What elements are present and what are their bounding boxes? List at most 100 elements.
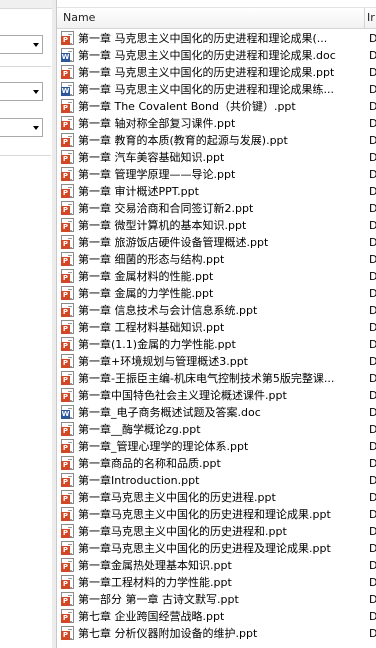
powerpoint-file-icon: P <box>61 150 74 164</box>
file-row[interactable]: P 第一章 工程材料基础知识.ppt D <box>57 319 376 336</box>
file-second-column: D <box>369 338 376 351</box>
dropdown-2[interactable] <box>0 82 43 101</box>
file-row[interactable]: P 第一章 信息技术与会计信息系统.ppt D <box>57 302 376 319</box>
powerpoint-file-icon: P <box>61 558 74 572</box>
dropdown-1[interactable] <box>0 35 43 54</box>
file-name: 第一章 金属的力学性能.ppt <box>78 287 214 300</box>
powerpoint-file-icon: P <box>61 388 74 402</box>
file-row[interactable]: P 第一部分 第一章 古诗文默写.ppt D <box>57 591 376 608</box>
file-row[interactable]: P 第七章 企业跨国经营战略.ppt D <box>57 608 376 625</box>
file-row[interactable]: P 第一章 微型计算机的基本知识.ppt D <box>57 217 376 234</box>
file-name: 第一章 管理学原理——导论.ppt <box>78 168 236 181</box>
file-row[interactable]: P 第一章 汽车美容基础知识.ppt D <box>57 149 376 166</box>
file-second-column: D <box>369 474 376 487</box>
file-row[interactable]: P 第一章 The Covalent Bond（共价键）.ppt D <box>57 98 376 115</box>
file-row[interactable]: P 第一章 轴对称全部复习课件.ppt D <box>57 115 376 132</box>
file-second-column: D <box>369 117 376 130</box>
file-second-column: D <box>369 576 376 589</box>
powerpoint-file-icon: P <box>61 235 74 249</box>
file-name: 第一章工程材料的力学性能.ppt <box>78 576 232 589</box>
file-row[interactable]: P 第七章 分析仪器附加设备的维护.ppt D <box>57 625 376 642</box>
column-header-second[interactable]: Ir <box>365 8 376 28</box>
powerpoint-file-icon: P <box>61 592 74 606</box>
powerpoint-file-icon: P <box>61 626 74 640</box>
powerpoint-file-icon: P <box>61 337 74 351</box>
file-name: 第一章 轴对称全部复习课件.ppt <box>78 117 236 130</box>
file-second-column: D <box>369 372 376 385</box>
word-document-icon: W <box>61 405 74 419</box>
file-second-column: D <box>369 185 376 198</box>
file-name: 第一章(1.1)金属的力学性能.ppt <box>78 338 236 351</box>
file-second-column: D <box>369 219 376 232</box>
file-name: 第一章 马克思主义中国化的历史进程和理论成果.doc <box>78 49 336 62</box>
powerpoint-file-icon: P <box>61 252 74 266</box>
file-second-column: D <box>369 423 376 436</box>
powerpoint-file-icon: P <box>61 184 74 198</box>
file-row[interactable]: P 第一章 管理学原理——导论.ppt D <box>57 166 376 183</box>
powerpoint-file-icon: P <box>61 286 74 300</box>
file-second-column: D <box>369 49 376 62</box>
file-name: 第一章 The Covalent Bond（共价键）.ppt <box>78 100 296 113</box>
file-row[interactable]: P 第一章 细菌的形态与结构.ppt D <box>57 251 376 268</box>
file-row[interactable]: P 第一章工程材料的力学性能.ppt D <box>57 574 376 591</box>
file-row[interactable]: P 第一章+环境规划与管理概述3.ppt D <box>57 353 376 370</box>
left-panel-top-strip <box>0 0 52 9</box>
column-header-name[interactable]: Name <box>57 8 365 28</box>
file-second-column: D <box>369 542 376 555</box>
file-row[interactable]: P 第一章商品的名称和品质.ppt D <box>57 455 376 472</box>
powerpoint-file-icon: P <box>61 456 74 470</box>
file-row[interactable]: P 第一章 审计概述PPT.ppt D <box>57 183 376 200</box>
file-row[interactable]: P 第一章马克思主义中国化的历史进程.ppt D <box>57 489 376 506</box>
file-name: 第一章_管理心理学的理论体系.ppt <box>78 440 249 453</box>
file-row[interactable]: P 第一章 马克思主义中国化的历史进程和理论成果.ppt D <box>57 64 376 81</box>
file-row[interactable]: P 第一章马克思主义中国化的历史进程和理论成果.ppt D <box>57 506 376 523</box>
file-second-column: D <box>369 389 376 402</box>
file-row[interactable]: P 第一章马克思主义中国化的历史进程和.ppt D <box>57 523 376 540</box>
file-row[interactable]: P 第一章 金属的力学性能.ppt D <box>57 285 376 302</box>
file-second-column: D <box>369 304 376 317</box>
file-row[interactable]: P 第一章(1.1)金属的力学性能.ppt D <box>57 336 376 353</box>
powerpoint-file-icon: P <box>61 541 74 555</box>
file-row[interactable]: P 第一章 金属材料的性能.ppt D <box>57 268 376 285</box>
file-second-column: D <box>369 287 376 300</box>
file-second-column: D <box>369 236 376 249</box>
file-row[interactable]: W 第一章_电子商务概述试题及答案.doc D <box>57 404 376 421</box>
file-name: 第一章马克思主义中国化的历史进程.ppt <box>78 491 276 504</box>
file-name: 第一章 旅游饭店硬件设备管理概述.ppt <box>78 236 269 249</box>
dropdown-3[interactable] <box>0 118 43 137</box>
file-row[interactable]: P 第一章-王振臣主编-机床电气控制技术第5版完整课... D <box>57 370 376 387</box>
file-name: 第七章 分析仪器附加设备的维护.ppt <box>78 627 258 640</box>
left-panel <box>0 0 53 648</box>
file-row[interactable]: P 第一章Introduction.ppt D <box>57 472 376 489</box>
file-second-column: D <box>369 134 376 147</box>
file-name: 第一章 交易洽商和合同签订新2.ppt <box>78 202 254 215</box>
file-row[interactable]: P 第一章 教育的本质(教育的起源与发展).ppt D <box>57 132 376 149</box>
powerpoint-file-icon: P <box>61 473 74 487</box>
file-row[interactable]: P 第一章__酶学概论zg.ppt D <box>57 421 376 438</box>
file-row[interactable]: P 第一章马克思主义中国化的历史进程及理论成果.ppt D <box>57 540 376 557</box>
file-row[interactable]: P 第一章 旅游饭店硬件设备管理概述.ppt D <box>57 234 376 251</box>
file-row[interactable]: W 第一章 马克思主义中国化的历史进程和理论成果.doc D <box>57 47 376 64</box>
file-name: 第一章中国特色社会主义理论概述课件.ppt <box>78 389 287 402</box>
file-name: 第一部分 第一章 古诗文默写.ppt <box>78 593 239 606</box>
file-row[interactable]: W 第一章 马克思主义中国化的历史进程和理论成果练... D <box>57 81 376 98</box>
file-second-column: D <box>369 525 376 538</box>
file-row[interactable]: P 第一章 马克思主义中国化的历史进程和理论成果(... D <box>57 30 376 47</box>
file-second-column: D <box>369 355 376 368</box>
file-name: 第一章马克思主义中国化的历史进程及理论成果.ppt <box>78 542 331 555</box>
file-row[interactable]: P 第一章_管理心理学的理论体系.ppt D <box>57 438 376 455</box>
file-name: 第一章Introduction.ppt <box>78 474 200 487</box>
file-name: 第一章马克思主义中国化的历史进程和.ppt <box>78 525 287 538</box>
file-second-column: D <box>369 151 376 164</box>
word-document-icon: W <box>61 82 74 96</box>
file-row[interactable]: P 第一章中国特色社会主义理论概述课件.ppt D <box>57 387 376 404</box>
powerpoint-file-icon: P <box>61 31 74 45</box>
word-document-icon: W <box>61 48 74 62</box>
file-row[interactable]: P 第一章 交易洽商和合同签订新2.ppt D <box>57 200 376 217</box>
file-name: 第一章金属热处理基本知识.ppt <box>78 559 232 572</box>
powerpoint-file-icon: P <box>61 354 74 368</box>
chevron-down-icon <box>33 90 39 94</box>
file-row[interactable]: P 第一章金属热处理基本知识.ppt D <box>57 557 376 574</box>
file-name: 第七章 企业跨国经营战略.ppt <box>78 610 225 623</box>
file-name: 第一章-王振臣主编-机床电气控制技术第5版完整课... <box>78 372 335 385</box>
